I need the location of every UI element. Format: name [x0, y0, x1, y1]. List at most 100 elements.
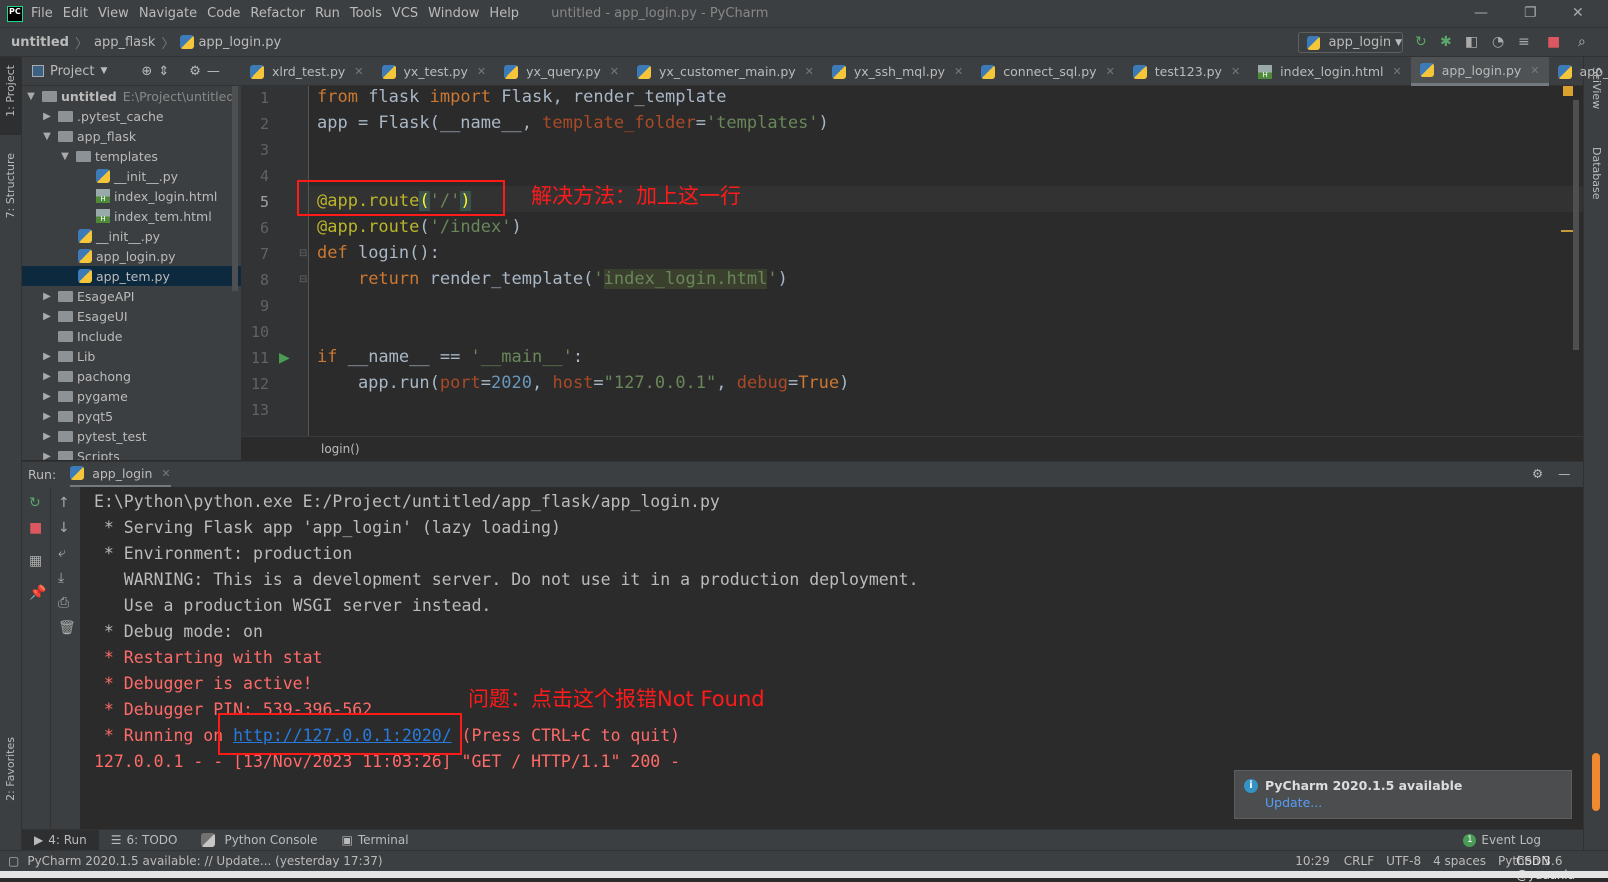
menu-run[interactable]: Run	[315, 6, 340, 21]
editor-breadcrumb[interactable]: login()	[241, 436, 1583, 460]
tab-yx-ssh-mql[interactable]: yx_ssh_mql.py ✕	[823, 57, 972, 86]
search-icon[interactable]: ⌕	[1578, 34, 1586, 50]
tree-item[interactable]: ▶ EsageAPI	[22, 286, 241, 306]
tree-item[interactable]: ▼ templates	[22, 146, 241, 166]
run-gutter-icon[interactable]: ▶	[279, 350, 290, 366]
trash-icon[interactable]: 🗑	[58, 620, 76, 636]
tree-item-selected[interactable]: app_tem.py	[22, 266, 241, 286]
menu-window[interactable]: Window	[428, 6, 479, 21]
tree-item[interactable]: Hindex_login.html	[22, 186, 241, 206]
tree-item[interactable]: app_login.py	[22, 246, 241, 266]
menu-file[interactable]: File	[31, 6, 53, 21]
menu-help[interactable]: Help	[489, 6, 519, 21]
rerun-icon[interactable]: ↻	[29, 495, 41, 511]
python-console-tool-tab[interactable]: Python Console	[189, 830, 329, 851]
tool-windows-icon[interactable]: ▢	[8, 854, 19, 868]
file-encoding[interactable]: UTF-8	[1386, 854, 1421, 868]
tab-yx-query[interactable]: yx_query.py ✕	[495, 57, 628, 86]
run-tool-tab[interactable]: ▶ 4: Run	[22, 829, 99, 851]
coverage-icon[interactable]: ◧	[1465, 34, 1478, 50]
tab-yx-customer-main[interactable]: yx_customer_main.py ✕	[628, 57, 823, 86]
menu-view[interactable]: View	[98, 6, 129, 21]
soft-wrap-icon[interactable]: ⤶	[58, 545, 66, 561]
collapse-all-icon[interactable]: ⇕	[158, 64, 169, 79]
status-message[interactable]: PyCharm 2020.1.5 available: // Update...…	[27, 854, 382, 868]
breadcrumb-app-flask[interactable]: app_flask	[94, 35, 155, 50]
breadcrumb-app-login[interactable]: app_login.py	[198, 35, 281, 50]
menu-code[interactable]: Code	[207, 6, 240, 21]
update-link[interactable]: Update...	[1265, 795, 1561, 810]
indent-setting[interactable]: 4 spaces	[1433, 854, 1486, 868]
run-configuration-select[interactable]: app_login ▼	[1298, 32, 1403, 53]
project-view-select[interactable]: Project	[50, 64, 94, 79]
event-log-tool-tab[interactable]: 1 Event Log	[1451, 830, 1553, 851]
scroll-to-end-icon[interactable]: ⤓	[58, 570, 64, 586]
tree-item[interactable]: Hindex_tem.html	[22, 206, 241, 226]
tab-connect-sql[interactable]: connect_sql.py ✕	[972, 57, 1124, 86]
close-tab-icon[interactable]: ✕	[161, 467, 170, 480]
rerun-icon[interactable]: ↻	[1415, 34, 1427, 50]
profile-icon[interactable]: ◔	[1492, 34, 1504, 50]
project-tool-tab[interactable]: 1: Project	[4, 65, 17, 117]
tab-yx-test[interactable]: yx_test.py ✕	[373, 57, 496, 86]
menu-vcs[interactable]: VCS	[392, 6, 418, 21]
run-concurrency-icon[interactable]: ≡	[1518, 34, 1530, 50]
menu-refactor[interactable]: Refactor	[250, 6, 305, 21]
close-tab-icon[interactable]: ✕	[1530, 64, 1539, 77]
close-tab-icon[interactable]: ✕	[805, 65, 814, 78]
tree-item[interactable]: Include	[22, 326, 241, 346]
menu-navigate[interactable]: Navigate	[139, 6, 197, 21]
tree-item[interactable]: ▶ pytest_test	[22, 426, 241, 446]
interpreter-select[interactable]: Python 3.6CSDN @yaaaxia	[1498, 854, 1608, 882]
database-tool-tab[interactable]: Database	[1590, 147, 1603, 200]
hide-icon[interactable]: —	[207, 64, 220, 79]
layout-icon[interactable]: ▦	[29, 553, 42, 569]
gear-icon[interactable]: ⚙	[189, 64, 201, 79]
close-tab-icon[interactable]: ✕	[477, 65, 486, 78]
todo-tool-tab[interactable]: ☰ 6: TODO	[99, 830, 190, 851]
minimize-icon[interactable]: —	[1474, 5, 1488, 21]
favorites-tool-tab[interactable]: 2: Favorites	[4, 737, 17, 801]
tree-item[interactable]: __init__.py	[22, 226, 241, 246]
tree-scrollbar[interactable]	[232, 86, 238, 291]
close-icon[interactable]: ✕	[1572, 5, 1584, 21]
structure-tool-tab[interactable]: 7: Structure	[4, 153, 17, 218]
tree-item[interactable]: ▶ .pytest_cache	[22, 106, 241, 126]
tab-index-login-html[interactable]: Hindex_login.html ✕	[1249, 57, 1411, 86]
gear-icon[interactable]: ⚙	[1532, 466, 1543, 481]
error-stripe-mark[interactable]	[1561, 230, 1573, 232]
terminal-tool-tab[interactable]: ▣ Terminal	[330, 830, 421, 851]
menu-tools[interactable]: Tools	[350, 6, 382, 21]
tab-test123[interactable]: test123.py ✕	[1124, 57, 1249, 86]
stop-icon[interactable]: ■	[1547, 34, 1560, 50]
tree-item[interactable]: ▶ Scripts	[22, 446, 241, 460]
tree-item[interactable]: __init__.py	[22, 166, 241, 186]
tree-item[interactable]: ▶ pygame	[22, 386, 241, 406]
arrow-up-icon[interactable]: ↑	[58, 495, 70, 511]
run-tab-app-login[interactable]: app_login ✕	[70, 462, 171, 488]
inspection-status-icon[interactable]	[1563, 86, 1573, 96]
chevron-down-icon[interactable]: ▼	[100, 66, 107, 76]
tree-item[interactable]: ▶ EsageUI	[22, 306, 241, 326]
close-tab-icon[interactable]: ✕	[954, 65, 963, 78]
fold-icon[interactable]: ⊟	[299, 274, 307, 285]
close-tab-icon[interactable]: ✕	[1106, 65, 1115, 78]
editor-scrollbar[interactable]	[1573, 100, 1579, 350]
print-icon[interactable]: ⎙	[58, 595, 69, 611]
code-editor[interactable]: 1 2 3 4 5 6 7 8 9 10 11 12 13 ▶ ⊟ ⊟ from…	[241, 86, 1583, 448]
close-tab-icon[interactable]: ✕	[610, 65, 619, 78]
tree-item[interactable]: ▶ Lib	[22, 346, 241, 366]
tree-item[interactable]: ▶ pachong	[22, 366, 241, 386]
close-tab-icon[interactable]: ✕	[1231, 65, 1240, 78]
caret-position[interactable]: 10:29	[1295, 854, 1330, 868]
close-tab-icon[interactable]: ✕	[1393, 65, 1402, 78]
fold-icon[interactable]: ⊟	[299, 248, 307, 259]
breadcrumb-untitled[interactable]: untitled	[11, 35, 69, 50]
restore-icon[interactable]: ❐	[1524, 5, 1537, 21]
arrow-down-icon[interactable]: ↓	[58, 520, 70, 536]
menu-edit[interactable]: Edit	[63, 6, 88, 21]
tree-item-untitled[interactable]: ▼ untitled E:\Project\untitled	[22, 86, 241, 106]
close-tab-icon[interactable]: ✕	[354, 65, 363, 78]
tab-xlrd-test[interactable]: xlrd_test.py ✕	[241, 57, 373, 86]
tab-app-tem[interactable]: app_tem.py✕	[1549, 57, 1608, 86]
